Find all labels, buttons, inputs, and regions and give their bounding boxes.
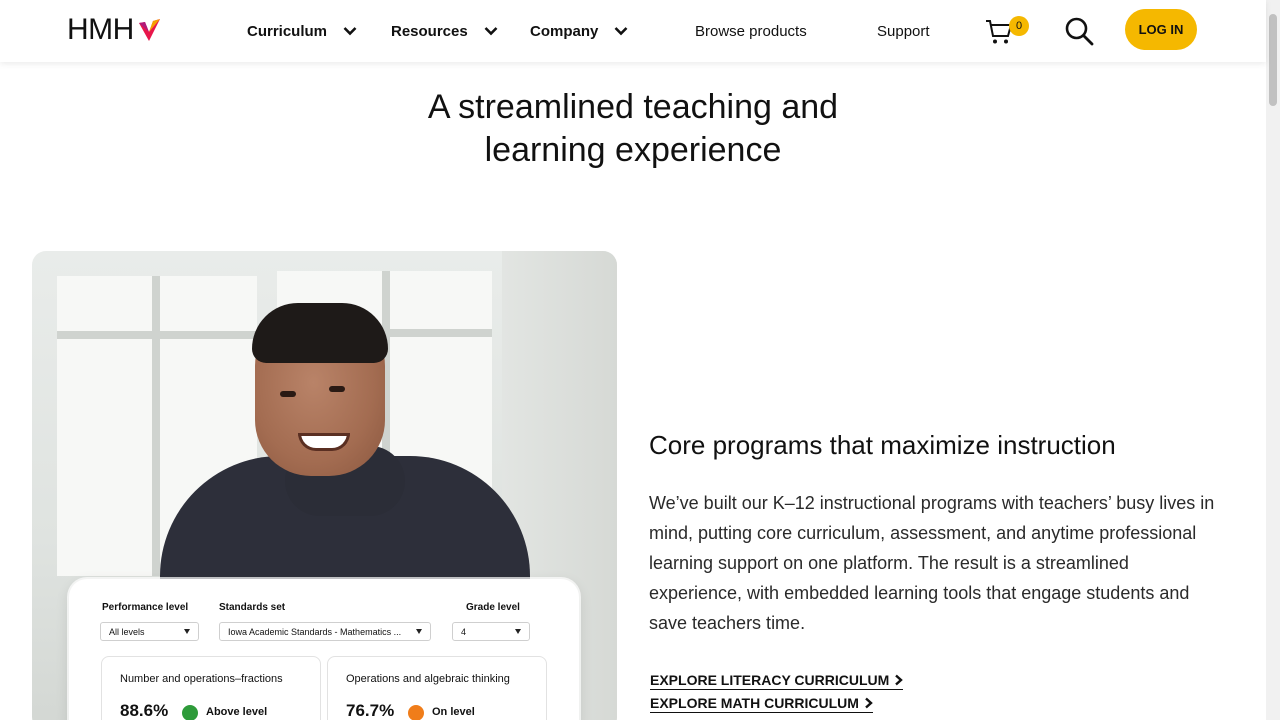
standards-set-select[interactable]: Iowa Academic Standards - Mathematics ..…: [219, 622, 431, 641]
logo-text: HMH: [67, 13, 134, 46]
hero-title-line2: learning experience: [484, 131, 782, 169]
metric-value: 88.6%: [120, 701, 169, 720]
caret-down-icon: [515, 629, 521, 634]
browse-products-link[interactable]: Browse products: [695, 18, 807, 44]
nav-resources[interactable]: Resources: [391, 18, 498, 44]
metric-title: Operations and algebraic thinking: [346, 673, 510, 685]
metric-card-fractions: Number and operations–fractions 88.6% Ab…: [101, 656, 321, 720]
metric-card-algebraic: Operations and algebraic thinking 76.7% …: [327, 656, 547, 720]
performance-level-value: All levels: [109, 626, 145, 637]
performance-dashboard-card: Performance level Standards set Grade le…: [69, 579, 579, 720]
cart-count-badge: 0: [1009, 16, 1029, 36]
explore-math-link[interactable]: EXPLORE MATH CURRICULUM: [650, 695, 873, 713]
nav-curriculum-label: Curriculum: [247, 22, 328, 40]
nav-resources-label: Resources: [391, 22, 468, 40]
metric-value: 76.7%: [346, 701, 395, 720]
site-header: HMH Curriculum Resources Company Browse …: [0, 0, 1266, 62]
caret-down-icon: [416, 629, 422, 634]
metric-status: On level: [432, 706, 475, 718]
standards-set-label: Standards set: [219, 602, 286, 613]
hmh-logo[interactable]: HMH: [67, 14, 162, 46]
support-link[interactable]: Support: [877, 18, 930, 44]
cart-button[interactable]: 0: [985, 16, 1029, 46]
chevron-right-icon: [865, 697, 873, 709]
grade-level-value: 4: [461, 626, 467, 637]
caret-down-icon: [184, 629, 190, 634]
login-button[interactable]: LOG IN: [1125, 9, 1197, 50]
chevron-down-icon: [484, 27, 498, 36]
page-scrollbar[interactable]: [1266, 0, 1280, 720]
grade-level-select[interactable]: 4: [452, 622, 530, 641]
performance-level-select[interactable]: All levels: [100, 622, 199, 641]
logo-mark-icon: [138, 19, 160, 41]
nav-curriculum[interactable]: Curriculum: [247, 18, 357, 44]
status-dot-icon: [182, 705, 198, 720]
chevron-down-icon: [614, 27, 628, 36]
standards-set-value: Iowa Academic Standards - Mathematics ..…: [228, 626, 402, 637]
hero-title-line1: A streamlined teaching and: [427, 88, 839, 126]
metric-status: Above level: [206, 706, 268, 718]
metric-title: Number and operations–fractions: [120, 673, 283, 685]
scrollbar-thumb[interactable]: [1269, 14, 1277, 106]
explore-literacy-link[interactable]: EXPLORE LITERACY CURRICULUM: [650, 672, 904, 690]
status-dot-icon: [408, 705, 424, 720]
nav-company[interactable]: Company: [530, 18, 628, 44]
nav-company-label: Company: [530, 22, 599, 40]
search-icon[interactable]: [1064, 16, 1094, 46]
explore-literacy-label: EXPLORE LITERACY CURRICULUM: [650, 672, 890, 688]
explore-math-label: EXPLORE MATH CURRICULUM: [650, 695, 859, 711]
chevron-down-icon: [343, 27, 357, 36]
hero-title: A streamlined teaching and learning expe…: [300, 86, 966, 172]
section-body: We’ve built our K–12 instructional progr…: [649, 493, 1215, 633]
chevron-right-icon: [895, 674, 904, 686]
grade-level-label: Grade level: [466, 602, 520, 613]
performance-level-label: Performance level: [102, 602, 189, 613]
section-title: Core programs that maximize instruction: [649, 430, 1116, 460]
